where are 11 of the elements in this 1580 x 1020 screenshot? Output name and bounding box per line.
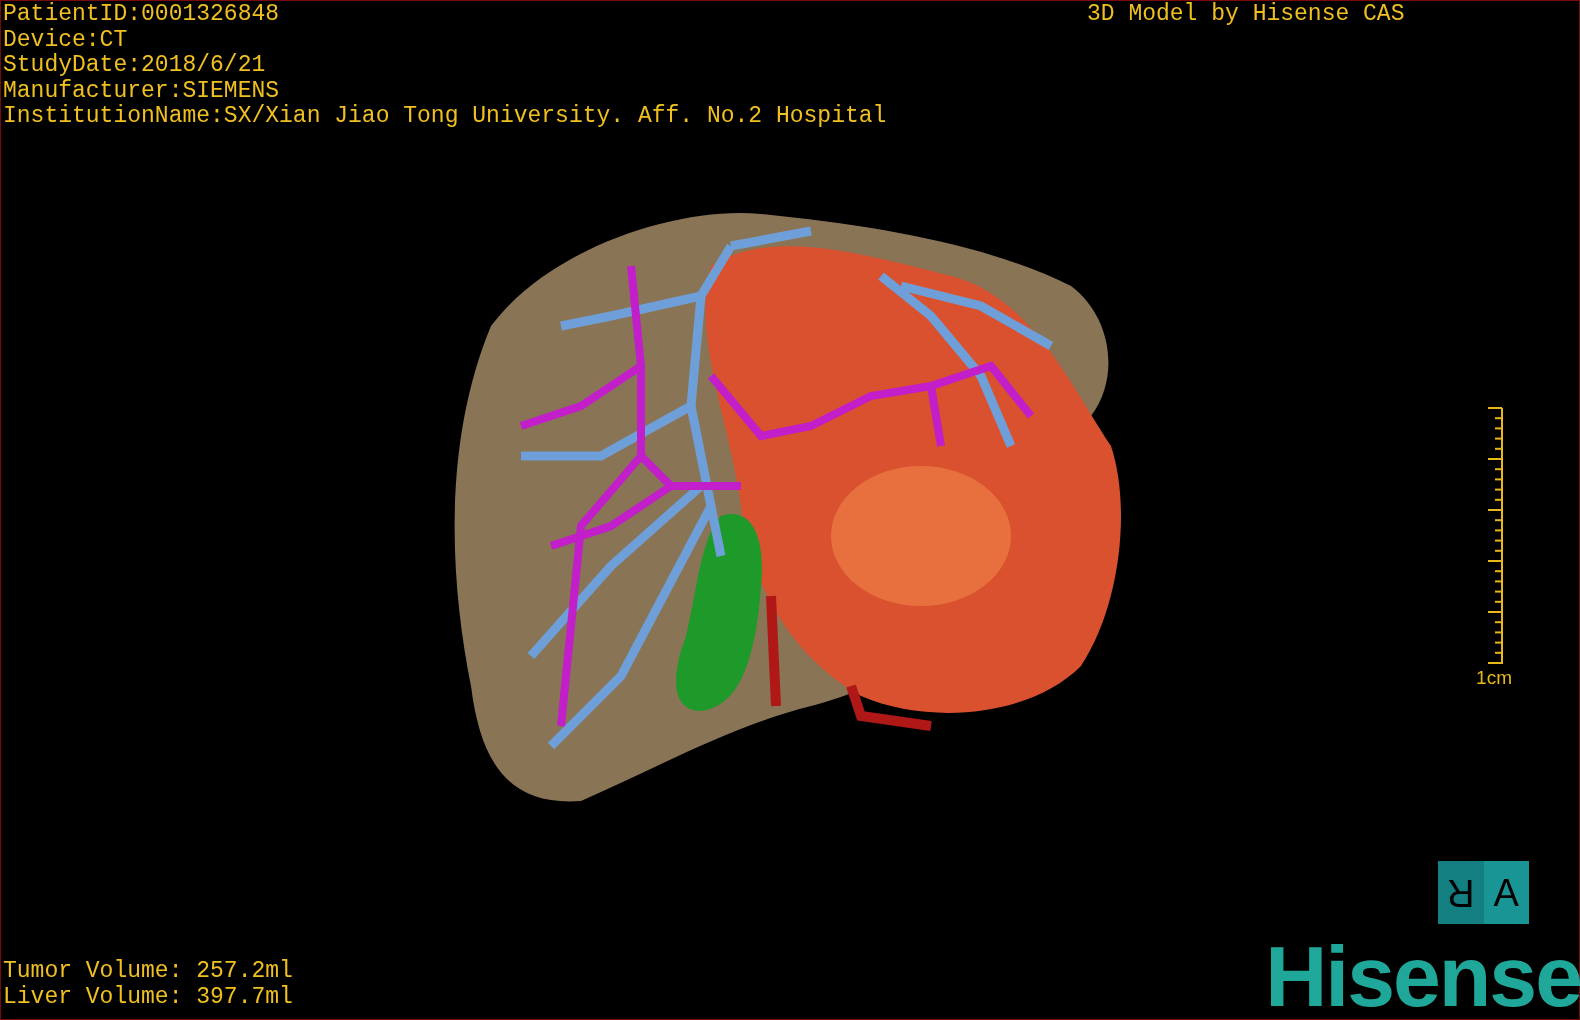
orientation-label: R — [1447, 872, 1475, 913]
scale-label: 1cm — [1476, 667, 1512, 689]
orientation-label: A — [1493, 872, 1519, 913]
info-text: Manufacturer:SIEMENS — [3, 78, 281, 104]
volume-text: Liver Volume: 397.7ml — [3, 984, 293, 1010]
info-text: InstitutionName:SX/Xian Jiao Tong University. Aff. No.2 Hospital — [3, 104, 887, 130]
info-text: Device:CT — [3, 27, 129, 53]
volume-text: Tumor Volume: 257.2ml — [3, 959, 293, 985]
info-text: PatientID:0001326848 — [3, 2, 281, 28]
info-text: StudyDate:2018/6/21 — [3, 53, 267, 79]
credit-text: 3D Model by Hisense CAS — [1087, 2, 1405, 28]
